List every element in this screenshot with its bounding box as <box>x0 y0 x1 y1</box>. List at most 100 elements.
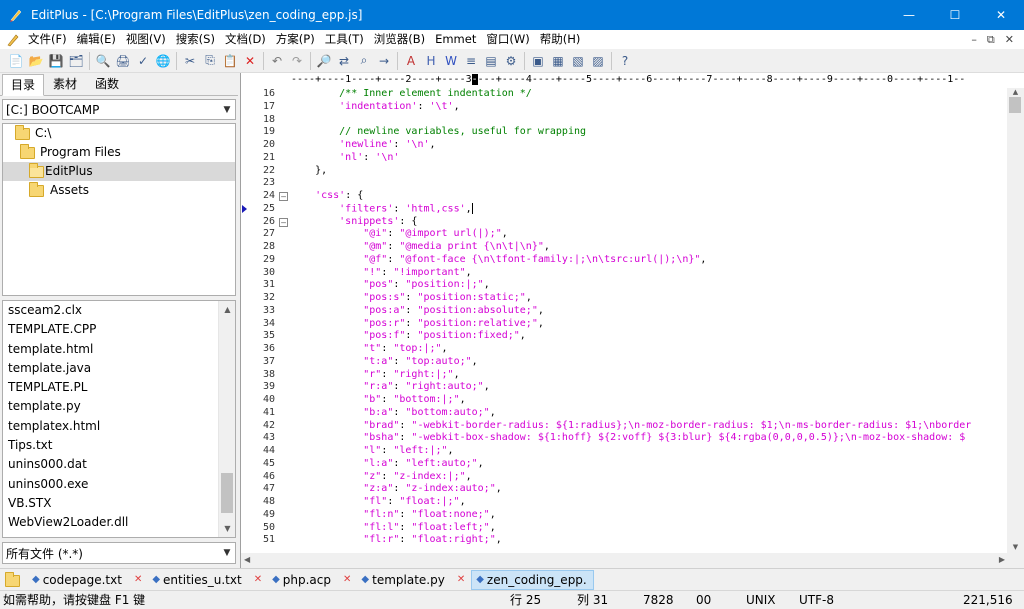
replace-icon[interactable]: ⇄ <box>334 51 354 71</box>
close-tab-icon[interactable]: ✕ <box>134 574 142 585</box>
menu-item[interactable]: 文档(D) <box>220 30 271 49</box>
code-line[interactable]: 21 'nl': '\n' <box>241 152 1008 165</box>
chevron-down-icon[interactable]: ▼ <box>219 548 235 558</box>
code-line[interactable]: 25 'filters': 'html,css', <box>241 202 1008 216</box>
menu-item[interactable]: 工具(T) <box>320 30 369 49</box>
editor-pane[interactable]: ----+----1----+----2----+----3----+----4… <box>240 73 1024 568</box>
menu-item[interactable]: 视图(V) <box>121 30 171 49</box>
directory-window-icon[interactable]: ▣ <box>528 51 548 71</box>
copy-icon[interactable]: ⎘ <box>200 51 220 71</box>
menu-item[interactable]: 文件(F) <box>23 30 72 49</box>
menu-item[interactable]: 搜索(S) <box>171 30 220 49</box>
code-line[interactable]: 51 "fl:r": "float:right;", <box>241 534 1008 547</box>
file-list-item[interactable]: templatex.html <box>3 417 235 436</box>
menu-item[interactable]: 编辑(E) <box>72 30 121 49</box>
output-window-icon[interactable]: ▦ <box>548 51 568 71</box>
hx-icon[interactable]: H <box>421 51 441 71</box>
code-line[interactable]: 33 "pos:a": "position:absolute;", <box>241 305 1008 318</box>
code-line[interactable]: 24– 'css': { <box>241 190 1008 203</box>
menu-item[interactable]: Emmet <box>430 30 481 49</box>
line-numbers-icon[interactable]: ≡ <box>461 51 481 71</box>
file-list[interactable]: ssceam2.clx TEMPLATE.CPP template.html temp… <box>2 300 236 538</box>
code-line[interactable]: 39 "r:a": "right:auto;", <box>241 381 1008 394</box>
word-wrap-icon[interactable]: W <box>441 51 461 71</box>
code-line[interactable]: 32 "pos:s": "position:static;", <box>241 292 1008 305</box>
file-list-scrollbar[interactable]: ▲ ▼ <box>218 301 235 537</box>
settings-icon[interactable]: ⚙ <box>501 51 521 71</box>
code-line[interactable]: 42 "brad": "-webkit-border-radius: ${1:r… <box>241 420 1008 433</box>
menu-item[interactable]: 帮助(H) <box>535 30 586 49</box>
font-icon[interactable]: A <box>401 51 421 71</box>
print-preview-icon[interactable]: 🔍 <box>93 51 113 71</box>
new-file-icon[interactable]: 📄 <box>6 51 26 71</box>
code-line[interactable]: 50 "fl:l": "float:left;", <box>241 522 1008 535</box>
code-line[interactable]: 48 "fl": "float:|;", <box>241 496 1008 509</box>
maximize-button[interactable]: ☐ <box>932 0 978 30</box>
file-list-item[interactable]: VB.STX <box>3 494 235 513</box>
scroll-up-arrow-icon[interactable]: ▲ <box>1007 88 1024 97</box>
paste-icon[interactable]: 📋 <box>220 51 240 71</box>
code-line[interactable]: 46 "z": "z-index:|;", <box>241 471 1008 484</box>
directory-tree[interactable]: C:\ Program Files EditPlus Assets <box>2 123 236 296</box>
user-tools-icon[interactable]: ▨ <box>588 51 608 71</box>
code-area[interactable]: 16 /** Inner element indentation */17 'i… <box>241 88 1008 553</box>
directory-item[interactable]: C:\ <box>3 124 235 143</box>
file-type-filter[interactable]: 所有文件 (*.*) ▼ <box>2 542 236 564</box>
scroll-right-arrow-icon[interactable]: ▶ <box>999 555 1005 564</box>
menu-item[interactable]: 窗口(W) <box>481 30 534 49</box>
drive-select[interactable]: [C:] BOOTCAMP ▼ <box>2 99 236 120</box>
goto-icon[interactable]: → <box>374 51 394 71</box>
code-line[interactable]: 47 "z:a": "z-index:auto;", <box>241 483 1008 496</box>
ruler-icon[interactable]: ▤ <box>481 51 501 71</box>
directory-item[interactable]: Assets <box>3 181 235 200</box>
scroll-up-arrow-icon[interactable]: ▲ <box>219 301 235 318</box>
file-list-item[interactable]: TEMPLATE.PL <box>3 378 235 397</box>
code-line[interactable]: 17 'indentation': '\t', <box>241 101 1008 114</box>
context-help-icon[interactable]: ? <box>615 51 635 71</box>
scrollbar-thumb[interactable] <box>221 473 233 513</box>
code-line[interactable]: 41 "b:a": "bottom:auto;", <box>241 407 1008 420</box>
menu-item[interactable]: 浏览器(B) <box>369 30 430 49</box>
file-list-item[interactable]: WebView2Loader.dll <box>3 513 235 532</box>
scroll-left-arrow-icon[interactable]: ◀ <box>244 555 250 564</box>
save-all-icon[interactable]: 🗂 <box>66 51 86 71</box>
redo-icon[interactable]: ↷ <box>287 51 307 71</box>
code-line[interactable]: 40 "b": "bottom:|;", <box>241 394 1008 407</box>
editor-vertical-scrollbar[interactable]: ▲ ▼ <box>1007 88 1024 553</box>
file-list-item[interactable]: XHTML.STX <box>3 533 235 537</box>
code-line[interactable]: 43 "bsha": "-webkit-box-shadow: ${1:hoff… <box>241 432 1008 445</box>
code-line[interactable]: 27 "@i": "@import url(|);", <box>241 228 1008 241</box>
code-line[interactable]: 23 <box>241 177 1008 190</box>
directory-item[interactable]: Program Files <box>3 143 235 162</box>
code-line[interactable]: 22 }, <box>241 165 1008 178</box>
code-line[interactable]: 35 "pos:f": "position:fixed;", <box>241 330 1008 343</box>
tab-cliptext[interactable]: 素材 <box>44 73 86 95</box>
code-line[interactable]: 31 "pos": "position:|;", <box>241 279 1008 292</box>
close-tab-icon[interactable]: ✕ <box>254 574 262 585</box>
document-tab[interactable]: ◆ php.acp ✕ <box>268 570 357 590</box>
file-list-item[interactable]: ssceam2.clx <box>3 301 235 320</box>
file-list-item[interactable]: unins000.dat <box>3 455 235 474</box>
delete-icon[interactable]: ✕ <box>240 51 260 71</box>
file-list-item[interactable]: template.html <box>3 340 235 359</box>
code-line[interactable]: 18 <box>241 114 1008 127</box>
fold-toggle-icon[interactable]: – <box>279 192 288 201</box>
close-button[interactable]: ✕ <box>978 0 1024 30</box>
code-line[interactable]: 38 "r": "right:|;", <box>241 369 1008 382</box>
close-tab-icon[interactable]: ✕ <box>343 574 351 585</box>
open-folder-icon[interactable]: 📂 <box>26 51 46 71</box>
code-line[interactable]: 49 "fl:n": "float:none;", <box>241 509 1008 522</box>
code-line[interactable]: 30 "!": "!important", <box>241 267 1008 280</box>
document-tab[interactable]: ◆ entities_u.txt ✕ <box>148 570 268 590</box>
minimize-button[interactable]: — <box>886 0 932 30</box>
mdi-close-button[interactable]: ✕ <box>1005 33 1014 47</box>
save-icon[interactable]: 💾 <box>46 51 66 71</box>
tab-directory[interactable]: 目录 <box>2 74 45 96</box>
file-list-item[interactable]: template.py <box>3 397 235 416</box>
spell-check-icon[interactable]: ✓ <box>133 51 153 71</box>
chevron-down-icon[interactable]: ▼ <box>219 105 235 115</box>
file-list-item[interactable]: TEMPLATE.CPP <box>3 320 235 339</box>
scroll-down-arrow-icon[interactable]: ▼ <box>1007 543 1024 553</box>
scroll-down-arrow-icon[interactable]: ▼ <box>219 520 235 537</box>
close-tab-icon[interactable]: ✕ <box>457 574 465 585</box>
